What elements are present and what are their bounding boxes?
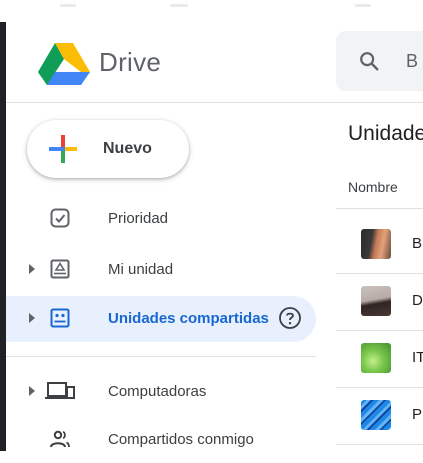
app-title: Drive	[99, 47, 162, 77]
sidebar-item-label: Mi unidad	[108, 261, 174, 278]
search-icon[interactable]	[358, 50, 380, 72]
priority-icon	[50, 208, 70, 228]
drive-logo-icon[interactable]	[38, 41, 90, 85]
sidebar-item-compartidos-conmigo[interactable]: Compartidos conmigo	[6, 417, 316, 463]
list-item-name: D	[412, 292, 423, 309]
list-item-name: P	[412, 406, 423, 423]
list-item-name: B	[412, 235, 423, 252]
sidebar-item-label: Computadoras	[108, 383, 207, 400]
list-item[interactable]: B	[336, 217, 423, 274]
sidebar-item-label: Compartidos conmigo	[108, 431, 254, 448]
expand-arrow-icon[interactable]	[29, 313, 35, 323]
list-item[interactable]: IT	[336, 331, 423, 388]
my-drive-icon	[50, 259, 70, 279]
search-input[interactable]: B	[406, 51, 418, 72]
sidebar-item-mi-unidad[interactable]: Mi unidad	[6, 247, 316, 293]
plus-icon	[49, 135, 77, 163]
expand-arrow-icon[interactable]	[29, 386, 35, 396]
help-icon[interactable]	[278, 306, 302, 330]
list-item[interactable]: P	[336, 388, 423, 445]
drive-thumbnail	[361, 229, 391, 259]
drive-thumbnail	[361, 286, 391, 316]
sidebar-item-unidades-compartidas[interactable]: Unidades compartidas	[6, 296, 316, 342]
drive-thumbnail	[361, 343, 391, 373]
drive-thumbnail	[361, 400, 391, 430]
list-item[interactable]: D	[336, 274, 423, 331]
shared-with-me-icon	[50, 430, 70, 448]
browser-top-strip	[0, 0, 423, 22]
column-header-name[interactable]: Nombre	[348, 179, 398, 195]
header-divider	[6, 102, 423, 103]
list-item-name: IT	[412, 349, 423, 366]
page-title: Unidade	[348, 122, 423, 145]
expand-arrow-icon[interactable]	[29, 264, 35, 274]
computers-icon	[45, 382, 75, 399]
sidebar-item-prioridad[interactable]: Prioridad	[6, 196, 316, 242]
search-bar[interactable]: B	[336, 31, 423, 91]
sidebar-item-label: Unidades compartidas	[108, 310, 269, 327]
sidebar-item-label: Prioridad	[108, 210, 169, 227]
column-header-divider	[336, 208, 423, 209]
sidebar-item-computadoras[interactable]: Computadoras	[6, 369, 316, 415]
new-button[interactable]: Nuevo	[27, 120, 189, 178]
sidebar-divider	[6, 356, 316, 357]
new-button-label: Nuevo	[103, 140, 152, 157]
shared-drives-icon	[50, 308, 70, 328]
